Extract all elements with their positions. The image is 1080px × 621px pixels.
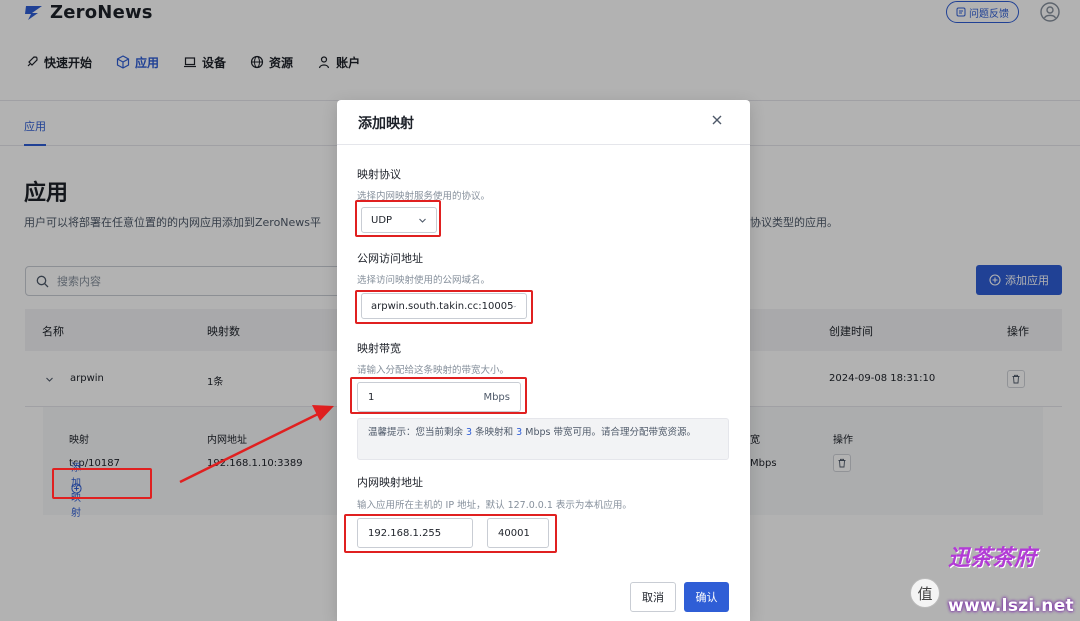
- protocol-label: 映射协议: [357, 168, 401, 181]
- bandwidth-tip: 温馨提示：您当前剩余 3 条映射和 3 Mbps 带宽可用。请合理分配带宽资源。: [357, 418, 729, 460]
- watermark-logo-text: 迅茶茶府: [948, 546, 1037, 571]
- add-mapping-dialog: 添加映射 映射协议 选择内网映射服务使用的协议。 UDP 公网访问地址 选择访问…: [337, 100, 750, 621]
- confirm-button[interactable]: 确认: [684, 582, 729, 612]
- tip-count: 3: [466, 427, 473, 438]
- tip-prefix: 温馨提示：您当前剩余: [368, 427, 464, 438]
- watermark-seal: 值: [910, 578, 940, 608]
- annotation-highlight-add-mapping: [52, 468, 152, 499]
- tip-bandwidth: 3: [516, 427, 523, 438]
- domain-label: 公网访问地址: [357, 252, 423, 265]
- tip-suffix: Mbps 带宽可用。请合理分配带宽资源。: [525, 427, 696, 438]
- bandwidth-hint: 请输入分配给这条映射的带宽大小。: [357, 365, 510, 376]
- annotation-highlight-bandwidth: [350, 377, 527, 414]
- dialog-title: 添加映射: [358, 116, 414, 132]
- watermark-url: www.lszi.net: [948, 596, 1074, 616]
- bandwidth-label: 映射带宽: [357, 342, 401, 355]
- annotation-highlight-internal: [344, 514, 557, 553]
- internal-hint: 输入应用所在主机的 IP 地址，默认 127.0.0.1 表示为本机应用。: [357, 500, 632, 511]
- domain-hint: 选择访问映射使用的公网域名。: [357, 275, 491, 286]
- cancel-button[interactable]: 取消: [630, 582, 676, 612]
- site-watermark: 迅茶茶府 值 www.lszi.net: [908, 546, 1078, 620]
- internal-label: 内网映射地址: [357, 476, 423, 489]
- annotation-highlight-protocol: [355, 200, 441, 237]
- close-icon[interactable]: [710, 113, 724, 127]
- annotation-highlight-domain: [355, 290, 533, 324]
- tip-mid: 条映射和: [475, 427, 514, 438]
- dialog-divider: [337, 144, 750, 145]
